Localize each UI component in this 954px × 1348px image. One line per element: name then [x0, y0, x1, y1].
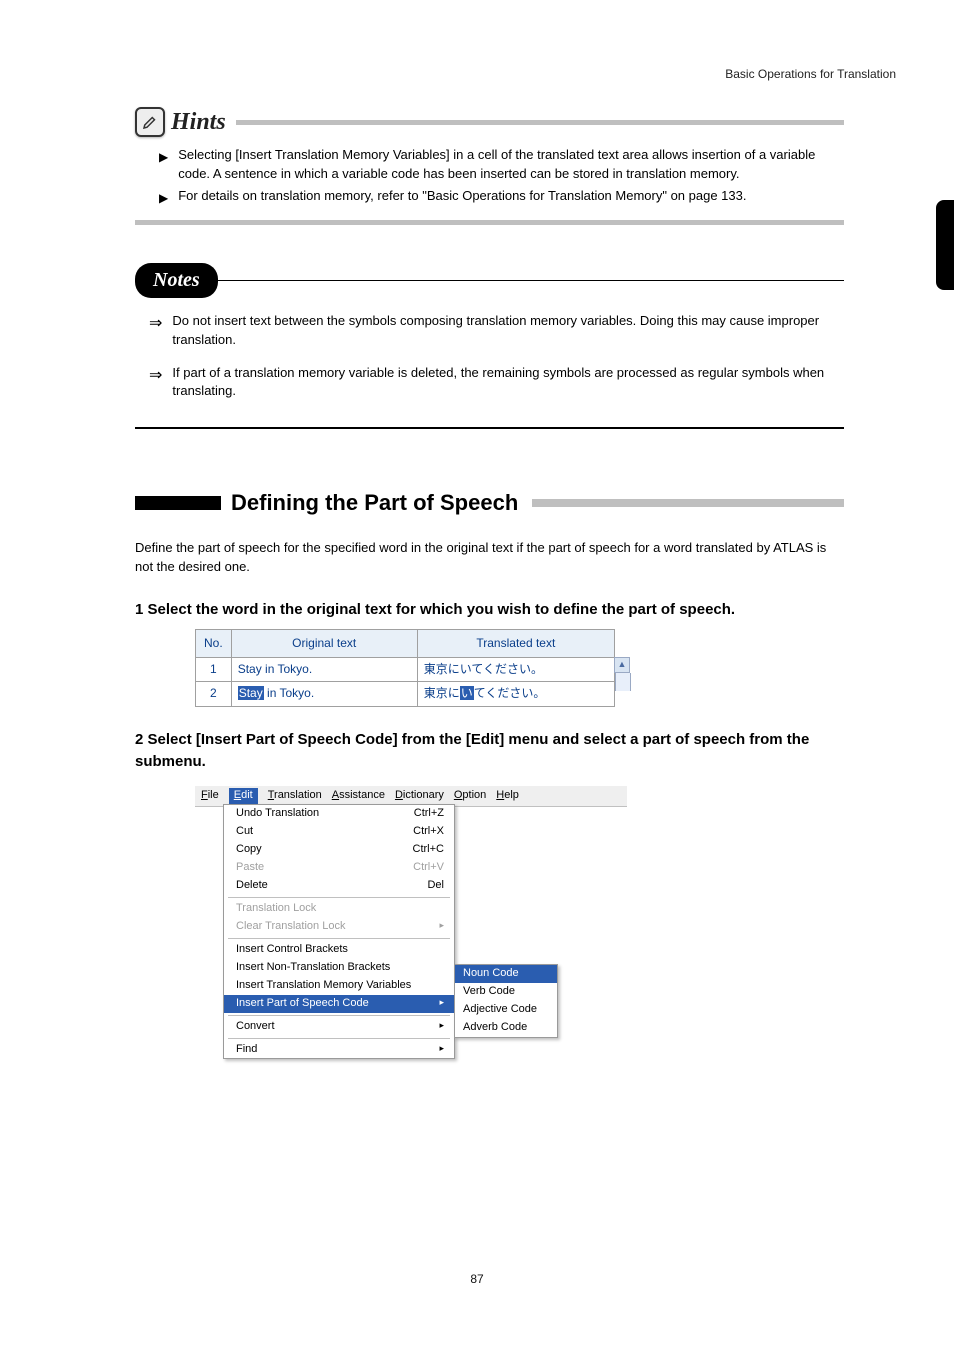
step-heading: 2 Select [Insert Part of Speech Code] fr…	[135, 729, 844, 773]
chevron-right-icon: ▸	[439, 1019, 444, 1035]
notes-item-text: If part of a translation memory variable…	[172, 364, 844, 402]
table-row[interactable]: 1 Stay in Tokyo. 東京にいてください。	[196, 657, 615, 681]
chevron-right-icon: ▸	[439, 996, 444, 1012]
pen-icon	[135, 107, 165, 137]
col-no: No.	[196, 629, 232, 657]
table-header-row: No. Original text Translated text	[196, 629, 615, 657]
notes-title: Notes	[135, 263, 218, 298]
arrow-right-icon: ⇒	[149, 312, 162, 335]
menu-assistance[interactable]: AssistanceAssistance	[332, 788, 385, 804]
menu-find[interactable]: Find▸	[224, 1041, 454, 1059]
step-heading: 1 Select the word in the original text f…	[135, 599, 844, 621]
cell-text-post: in Tokyo.	[264, 686, 314, 700]
edit-dropdown[interactable]: Undo TranslationCtrl+Z CutCtrl+X CopyCtr…	[223, 804, 455, 1059]
triangle-bullet-icon: ▶	[159, 190, 168, 207]
hints-block: Hints ▶ Selecting [Insert Translation Me…	[135, 105, 844, 225]
submenu-adverb-code[interactable]: Adverb Code	[455, 1019, 557, 1037]
arrow-right-icon: ⇒	[149, 364, 162, 387]
menu-insert-non-translation-brackets[interactable]: Insert Non-Translation Brackets	[224, 959, 454, 977]
submenu-noun-code[interactable]: Noun Code	[455, 965, 557, 983]
row-number: 2	[196, 682, 232, 706]
section-header-rule	[532, 499, 844, 507]
menu-undo-translation[interactable]: Undo TranslationCtrl+Z	[224, 805, 454, 823]
hints-title: Hints	[171, 105, 226, 140]
notes-item: ⇒ Do not insert text between the symbols…	[149, 312, 844, 350]
col-translated: Translated text	[417, 629, 614, 657]
translation-table: No. Original text Translated text 1 Stay…	[195, 629, 844, 707]
menu-help[interactable]: HelpHelp	[496, 788, 519, 804]
row-number: 1	[196, 657, 232, 681]
chevron-right-icon: ▸	[439, 919, 444, 935]
submenu-verb-code[interactable]: Verb Code	[455, 983, 557, 1001]
submenu-adjective-code[interactable]: Adjective Code	[455, 1001, 557, 1019]
notes-header-rule	[216, 280, 844, 281]
chevron-right-icon: ▸	[439, 1042, 444, 1058]
menu-clear-translation-lock: Clear Translation Lock▸	[224, 918, 454, 936]
scroll-track[interactable]	[615, 673, 631, 691]
menu-dictionary[interactable]: DictionaryDictionary	[395, 788, 444, 804]
original-cell[interactable]: Stay in Tokyo.	[231, 657, 417, 681]
menu-delete[interactable]: DeleteDel	[224, 877, 454, 895]
section-header: Defining the Part of Speech	[135, 487, 844, 519]
menu-option[interactable]: OptionOption	[454, 788, 486, 804]
cell-text-pre: 東京に	[424, 686, 460, 700]
original-cell[interactable]: Stay in Tokyo.	[231, 682, 417, 706]
triangle-bullet-icon: ▶	[159, 149, 168, 166]
menu-separator	[228, 1038, 450, 1039]
menu-insert-part-of-speech-code[interactable]: Insert Part of Speech Code▸	[224, 995, 454, 1013]
menu-file[interactable]: FFileile	[201, 788, 219, 804]
notes-block: Notes ⇒ Do not insert text between the s…	[135, 263, 844, 429]
menu-convert[interactable]: Convert▸	[224, 1018, 454, 1036]
page-footer: 87	[0, 1271, 954, 1288]
section-intro: Define the part of speech for the specif…	[135, 539, 844, 577]
menu-translation-lock: Translation Lock	[224, 900, 454, 918]
menu-copy[interactable]: CopyCtrl+C	[224, 841, 454, 859]
cell-text-post: てください。	[474, 686, 546, 700]
hints-item-text: Selecting [Insert Translation Memory Var…	[178, 146, 844, 184]
menu-separator	[228, 897, 450, 898]
menu-translation[interactable]: TranslationTranslation	[268, 788, 322, 804]
translated-cell[interactable]: 東京にいてください。	[417, 682, 614, 706]
scrollbar[interactable]: ▲	[615, 657, 631, 691]
translated-cell[interactable]: 東京にいてください。	[417, 657, 614, 681]
hints-item-text: For details on translation memory, refer…	[178, 187, 844, 206]
menu-edit[interactable]: EditEdit	[229, 788, 258, 804]
hints-item: ▶ For details on translation memory, ref…	[159, 187, 844, 207]
menu-insert-control-brackets[interactable]: Insert Control Brackets	[224, 941, 454, 959]
menu-screenshot: FFileile EditEdit TranslationTranslation…	[195, 786, 627, 807]
section-side-tab	[936, 200, 954, 290]
menu-separator	[228, 938, 450, 939]
col-original: Original text	[231, 629, 417, 657]
hints-footer-rule	[135, 220, 844, 225]
scroll-up-button[interactable]: ▲	[614, 657, 630, 673]
section-title: Defining the Part of Speech	[231, 487, 518, 519]
menu-insert-translation-memory-variables[interactable]: Insert Translation Memory Variables	[224, 977, 454, 995]
notes-item-text: Do not insert text between the symbols c…	[172, 312, 844, 350]
menu-cut[interactable]: CutCtrl+X	[224, 823, 454, 841]
notes-item: ⇒ If part of a translation memory variab…	[149, 364, 844, 402]
page-header: Basic Operations for Translation	[725, 66, 896, 83]
part-of-speech-submenu[interactable]: Noun Code Verb Code Adjective Code Adver…	[454, 964, 558, 1038]
selected-word[interactable]: Stay	[238, 686, 264, 700]
menu-separator	[228, 1015, 450, 1016]
hints-header-rule	[236, 120, 844, 125]
section-badge	[135, 496, 221, 510]
table-row[interactable]: 2 Stay in Tokyo. 東京にいてください。	[196, 682, 615, 706]
menu-paste: PasteCtrl+V	[224, 859, 454, 877]
highlighted-text: い	[460, 686, 474, 700]
hints-item: ▶ Selecting [Insert Translation Memory V…	[159, 146, 844, 184]
notes-footer-rule	[135, 427, 844, 429]
